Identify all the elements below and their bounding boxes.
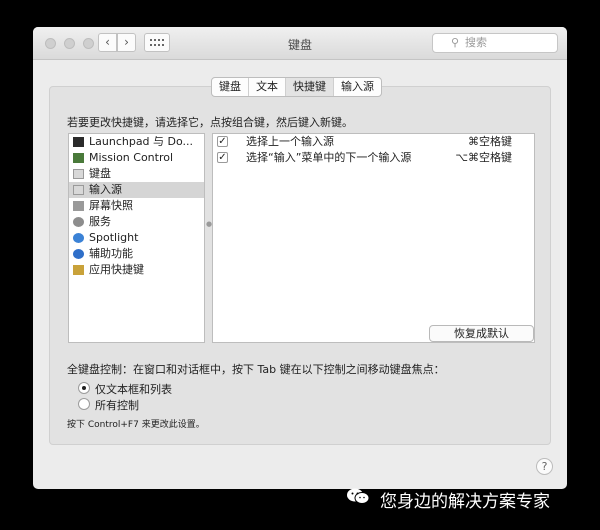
title-bar: ‹ › 键盘 ⚲ 搜索	[33, 27, 567, 60]
category-label: 键盘	[89, 167, 111, 180]
shortcut-checkbox[interactable]: ✓	[217, 152, 228, 163]
gear-icon	[73, 217, 84, 227]
category-item[interactable]: 屏幕快照	[69, 198, 204, 214]
keyboard-icon	[73, 169, 84, 179]
control-f7-note: 按下 Control+F7 来更改此设置。	[67, 420, 205, 430]
category-item[interactable]: 应用快捷键	[69, 262, 204, 278]
category-item[interactable]: 输入源	[69, 182, 204, 198]
tab-keyboard[interactable]: 键盘	[212, 78, 248, 96]
tab-bar: 键盘 文本 快捷键 输入源	[211, 77, 382, 97]
tab-input-sources[interactable]: 输入源	[333, 78, 381, 96]
preferences-window: ‹ › 键盘 ⚲ 搜索 键盘 文本 快捷键 输入源 若要更改快捷键，请选择它，点…	[33, 27, 567, 489]
shortcut-list: ✓ 选择上一个输入源 ⌘空格键 ✓ 选择“输入”菜单中的下一个输入源 ⌥⌘空格键	[212, 133, 535, 343]
shortcut-row[interactable]: ✓ 选择上一个输入源 ⌘空格键	[213, 134, 534, 150]
shortcut-key[interactable]: ⌥⌘空格键	[455, 150, 512, 166]
category-label: 辅助功能	[89, 247, 133, 260]
radio-label-all-controls: 所有控制	[95, 399, 139, 412]
category-label: 输入源	[89, 183, 122, 196]
shortcut-row[interactable]: ✓ 选择“输入”菜单中的下一个输入源 ⌥⌘空格键	[213, 150, 534, 166]
tab-text[interactable]: 文本	[248, 78, 285, 96]
category-item[interactable]: 服务	[69, 214, 204, 230]
search-placeholder: 搜索	[465, 36, 487, 49]
search-field[interactable]: ⚲ 搜索	[432, 33, 558, 53]
category-item[interactable]: 键盘	[69, 166, 204, 182]
category-item[interactable]: Mission Control	[69, 150, 204, 166]
help-button[interactable]: ?	[536, 458, 553, 475]
wechat-icon	[347, 488, 370, 504]
radio-text-boxes-and-lists[interactable]	[78, 382, 90, 394]
shortcut-label: 选择“输入”菜单中的下一个输入源	[246, 151, 412, 164]
full-keyboard-access-label: 全键盘控制：在窗口和对话框中，按下 Tab 键在以下控制之间移动键盘焦点：	[67, 363, 445, 376]
category-item[interactable]: Spotlight	[69, 230, 204, 246]
watermark-text: 您身边的解决方案专家	[380, 492, 550, 512]
restore-defaults-button[interactable]: 恢复成默认	[429, 325, 534, 342]
accessibility-icon	[73, 249, 84, 259]
search-icon: ⚲	[451, 36, 460, 49]
shortcut-key[interactable]: ⌘空格键	[468, 134, 512, 150]
input-source-icon	[73, 185, 84, 195]
launchpad-icon	[73, 137, 84, 147]
category-label: 应用快捷键	[89, 263, 144, 276]
mission-control-icon	[73, 153, 84, 163]
category-label: Spotlight	[89, 231, 139, 244]
radio-all-controls[interactable]	[78, 398, 90, 410]
tab-shortcuts[interactable]: 快捷键	[285, 78, 333, 96]
category-label: 服务	[89, 215, 111, 228]
radio-label-text-boxes: 仅文本框和列表	[95, 383, 172, 396]
shortcut-label: 选择上一个输入源	[246, 135, 334, 148]
spotlight-icon	[73, 233, 84, 243]
shortcut-checkbox[interactable]: ✓	[217, 136, 228, 147]
app-shortcut-icon	[73, 265, 84, 275]
category-list: Launchpad 与 Do... Mission Control 键盘输入源屏幕快…	[68, 133, 205, 343]
category-label: 屏幕快照	[89, 199, 133, 212]
category-item[interactable]: 辅助功能	[69, 246, 204, 262]
screenshot-icon	[73, 201, 84, 211]
category-label: Launchpad 与 Do...	[89, 135, 194, 148]
category-label: Mission Control	[89, 151, 174, 164]
category-item[interactable]: Launchpad 与 Do...	[69, 134, 204, 150]
instruction-text: 若要更改快捷键，请选择它，点按组合键，然后键入新键。	[67, 116, 353, 129]
